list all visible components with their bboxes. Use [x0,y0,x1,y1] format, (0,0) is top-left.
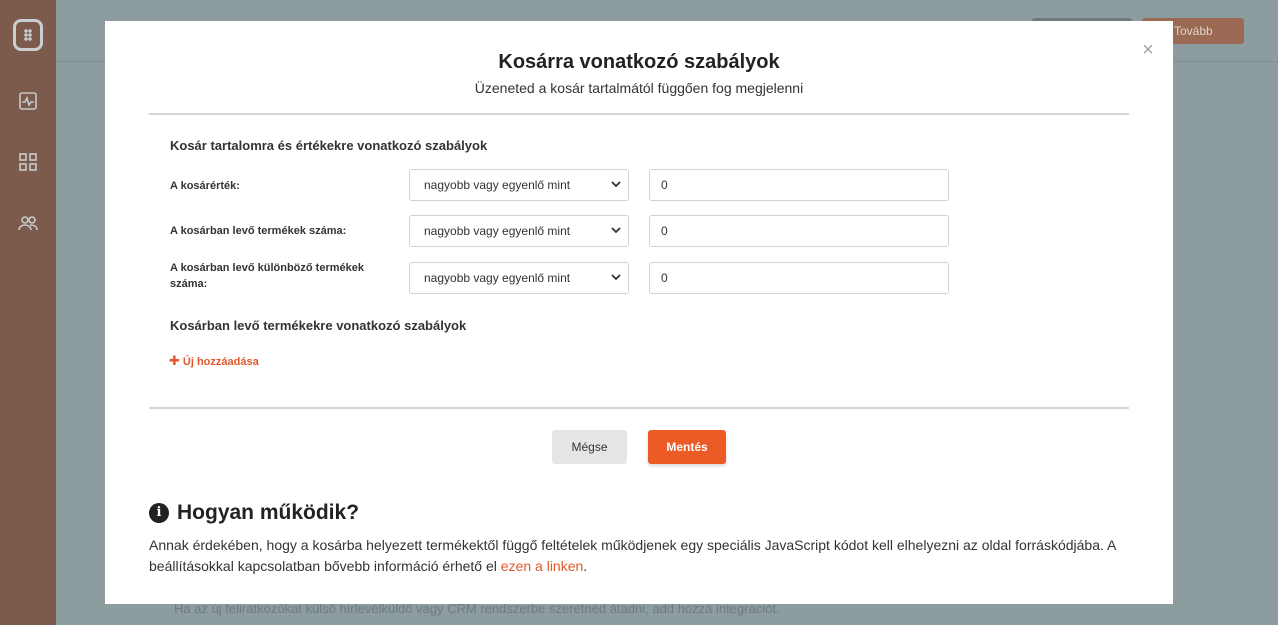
how-text-before: Annak érdekében, hogy a kosárba helyezet… [149,537,1116,574]
rule-value-input-product-count[interactable]: 0 [649,215,949,247]
how-text-after: . [583,558,588,574]
how-it-works-heading: i Hogyan működik? [149,501,359,525]
cart-rules-modal: × Kosárra vonatkozó szabályok Üzeneted a… [105,21,1173,604]
add-new-rule-link[interactable]: ✚ Új hozzáadása [169,353,259,369]
grid-icon[interactable] [18,152,38,172]
save-button[interactable]: Mentés [648,430,726,464]
divider [149,113,1129,115]
docs-link[interactable]: ezen a linken [501,558,584,574]
select-value: nagyobb vagy egyenlő mint [424,224,571,238]
rule-label-product-count: A kosárban levő termékek száma: [170,225,347,237]
plus-icon: ✚ [169,353,180,368]
section-title-cart-values: Kosár tartalomra és értékekre vonatkozó … [170,138,488,153]
section-title-products: Kosárban levő termékekre vonatkozó szabá… [170,318,467,333]
select-value: nagyobb vagy egyenlő mint [424,271,571,285]
modal-subtitle: Üzeneted a kosár tartalmától függően fog… [474,80,804,96]
how-it-works-text: Annak érdekében, hogy a kosárba helyezet… [149,535,1129,577]
rule-operator-select-product-count[interactable]: nagyobb vagy egyenlő mint [409,215,629,247]
chevron-down-icon [610,263,622,293]
add-new-label: Új hozzáadása [182,356,259,368]
activity-icon[interactable] [18,91,38,111]
chevron-down-icon [610,216,622,246]
sidebar [0,0,56,625]
divider [149,407,1129,409]
select-value: nagyobb vagy egyenlő mint [424,178,571,192]
rule-label-cart-value: A kosárérték: [170,180,240,192]
cancel-button[interactable]: Mégse [552,430,627,464]
how-it-works-title: Hogyan működik? [177,501,360,524]
rule-value-input-distinct-product-count[interactable]: 0 [649,262,949,294]
rule-label-distinct-product-count: A kosárban levő különböző termékek száma… [170,262,364,290]
users-icon[interactable] [18,213,38,233]
rule-operator-select-cart-value[interactable]: nagyobb vagy egyenlő mint [409,169,629,201]
modal-title: Kosárra vonatkozó szabályok [498,51,780,73]
chevron-down-icon [610,170,622,200]
rule-value-input-cart-value[interactable]: 0 [649,169,949,201]
app-logo-icon[interactable] [13,19,43,51]
rule-operator-select-distinct-product-count[interactable]: nagyobb vagy egyenlő mint [409,262,629,294]
info-icon: i [149,503,169,523]
